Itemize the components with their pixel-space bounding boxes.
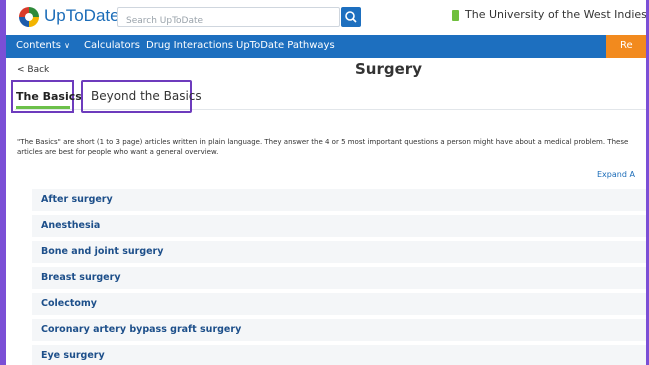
logo-name: UpToDate [44,6,120,25]
topic-cabg-surgery[interactable]: Coronary artery bypass graft surgery [32,319,646,341]
topic-breast-surgery[interactable]: Breast surgery [32,267,646,289]
institution-name[interactable]: The University of the West Indies - Trin… [465,8,646,21]
app-window: UpToDate® The University of the West Ind… [6,0,646,365]
topic-label: Breast surgery [41,272,121,283]
search-input[interactable] [118,12,326,30]
uptodate-logo-icon[interactable] [19,7,39,27]
main-nav: Contents ∨ Calculators Drug Interactions… [6,35,646,58]
nav-right-button[interactable]: Re [606,35,646,58]
search-button[interactable] [341,7,361,27]
nav-contents-label: Contents [16,40,61,51]
topic-anesthesia[interactable]: Anesthesia [32,215,646,237]
nav-right-button-label: Re [620,40,633,51]
topic-label: Bone and joint surgery [41,246,164,257]
topic-label: Eye surgery [41,350,105,361]
expand-all-link[interactable]: Expand A [597,170,635,179]
logo-text[interactable]: UpToDate® [44,6,125,26]
intro-text: "The Basics" are short (1 to 3 page) art… [17,138,629,156]
page-title: Surgery [355,60,422,78]
tab-the-basics-label: The Basics [16,90,82,103]
topic-eye-surgery[interactable]: Eye surgery [32,345,646,365]
tab-the-basics[interactable]: The Basics [11,80,82,113]
tab-beyond-the-basics-label: Beyond the Basics [91,89,202,103]
header: UpToDate® The University of the West Ind… [6,0,646,35]
chevron-down-icon: ∨ [64,41,71,50]
nav-contents[interactable]: Contents ∨ [16,40,70,51]
search-box [117,7,340,30]
institution-icon [452,10,459,21]
topic-label: Anesthesia [41,220,101,231]
topic-label: After surgery [41,194,113,205]
topic-list: After surgery Anesthesia Bone and joint … [32,189,646,365]
topic-colectomy[interactable]: Colectomy [32,293,646,315]
nav-drug-interactions[interactable]: Drug Interactions [146,40,233,51]
back-link[interactable]: < Back [17,65,49,75]
topic-bone-and-joint-surgery[interactable]: Bone and joint surgery [32,241,646,263]
topic-after-surgery[interactable]: After surgery [32,189,646,211]
topic-label: Coronary artery bypass graft surgery [41,324,242,335]
nav-uptodate-pathways[interactable]: UpToDate Pathways [236,40,335,51]
topic-label: Colectomy [41,298,97,309]
search-icon [345,11,357,23]
tab-beyond-the-basics[interactable]: Beyond the Basics [81,80,202,113]
nav-calculators[interactable]: Calculators [84,40,140,51]
active-tab-underline [16,106,70,109]
